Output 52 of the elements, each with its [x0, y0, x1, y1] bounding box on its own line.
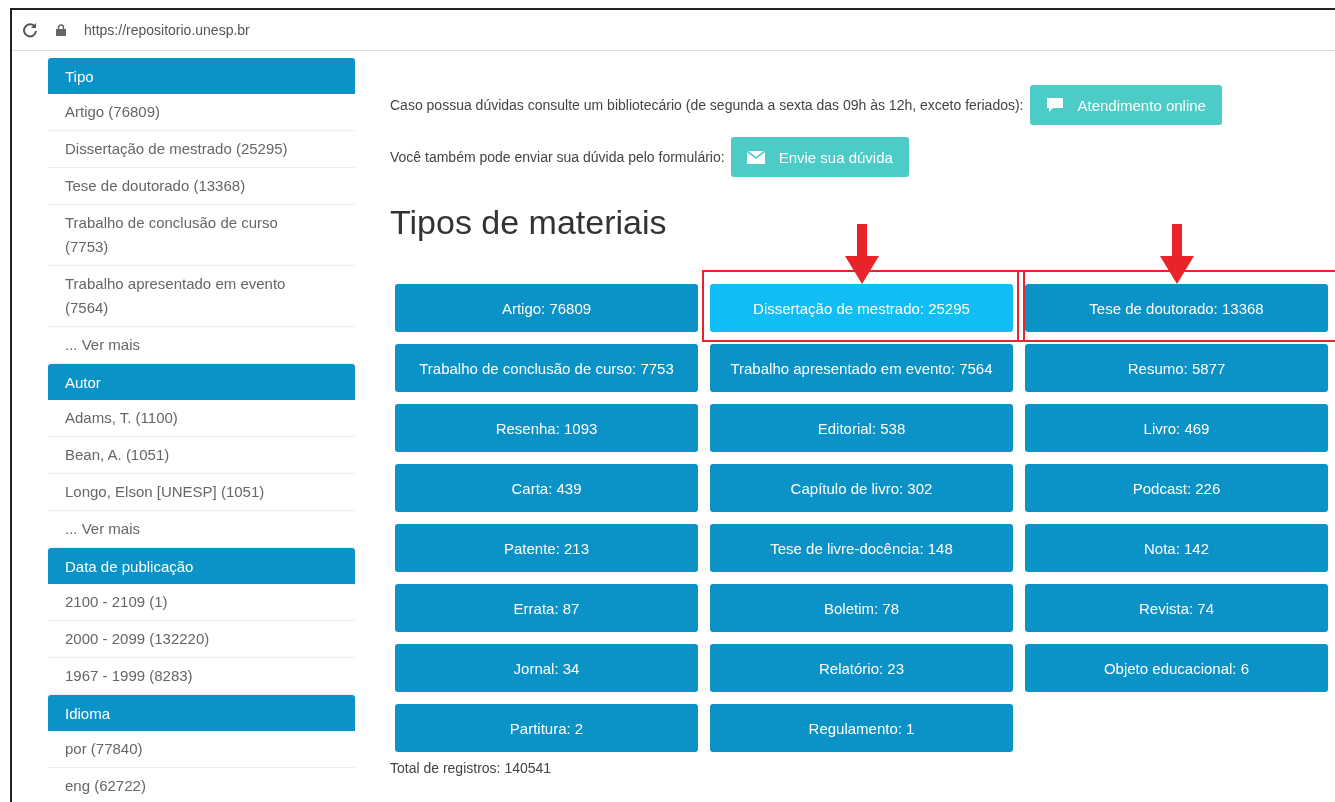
mail-icon — [746, 150, 765, 164]
facet-link[interactable]: 2000 - 2099 (132220) — [48, 621, 355, 658]
material-type-button[interactable]: Partitura: 2 — [395, 704, 698, 752]
material-type-button[interactable]: Tese de doutorado: 13368 — [1025, 284, 1328, 332]
material-type-button[interactable]: Editorial: 538 — [710, 404, 1013, 452]
facet-link[interactable]: Longo, Elson [UNESP] (1051) — [48, 474, 355, 511]
facet-link[interactable]: Dissertação de mestrado (25295) — [48, 131, 355, 168]
material-type-button[interactable]: Resenha: 1093 — [395, 404, 698, 452]
facet-link[interactable]: Trabalho apresentado em evento (7564) — [48, 266, 355, 327]
material-type-button[interactable]: Errata: 87 — [395, 584, 698, 632]
material-type-button[interactable]: Carta: 439 — [395, 464, 698, 512]
material-type-button[interactable]: Livro: 469 — [1025, 404, 1328, 452]
material-type-button[interactable]: Trabalho de conclusão de curso: 7753 — [395, 344, 698, 392]
facet-link[interactable]: Adams, T. (1100) — [48, 400, 355, 437]
material-type-button[interactable]: Nota: 142 — [1025, 524, 1328, 572]
url-text: https://repositorio.unesp.br — [84, 22, 250, 38]
facet-link[interactable]: Trabalho de conclusão de curso (7753) — [48, 205, 355, 266]
facet-link[interactable]: 2100 - 2109 (1) — [48, 584, 355, 621]
material-type-button[interactable]: Artigo: 76809 — [395, 284, 698, 332]
reload-icon[interactable] — [22, 22, 38, 38]
chat-icon — [1045, 97, 1064, 113]
material-type-button[interactable]: Patente: 213 — [395, 524, 698, 572]
material-type-button[interactable]: Capítulo de livro: 302 — [710, 464, 1013, 512]
facet-header: Data de publicação — [48, 548, 355, 584]
material-type-button[interactable]: Dissertação de mestrado: 25295 — [710, 284, 1013, 332]
send-question-button[interactable]: Envie sua dúvida — [730, 137, 909, 177]
material-type-button[interactable]: Regulamento: 1 — [710, 704, 1013, 752]
material-type-button[interactable]: Podcast: 226 — [1025, 464, 1328, 512]
material-type-button[interactable]: Boletim: 78 — [710, 584, 1013, 632]
material-type-button[interactable]: Revista: 74 — [1025, 584, 1328, 632]
facet-link[interactable]: por (77840) — [48, 731, 355, 768]
lock-icon — [56, 24, 66, 36]
material-type-button[interactable]: Jornal: 34 — [395, 644, 698, 692]
material-type-button[interactable]: Tese de livre-docência: 148 — [710, 524, 1013, 572]
facet-link[interactable]: Tese de doutorado (13368) — [48, 168, 355, 205]
facet-header: Autor — [48, 364, 355, 400]
facet-header: Idioma — [48, 695, 355, 731]
help-text: Você também pode enviar sua dúvida pelo formulário: — [390, 149, 725, 165]
down-arrow-icon — [844, 224, 879, 284]
online-support-button[interactable]: Atendimento online — [1029, 85, 1222, 125]
total-records-text: Total de registros: 140541 — [390, 760, 553, 776]
material-type-button[interactable]: Resumo: 5877 — [1025, 344, 1328, 392]
material-type-button[interactable]: Trabalho apresentado em evento: 7564 — [710, 344, 1013, 392]
material-type-button[interactable]: Relatório: 23 — [710, 644, 1013, 692]
facet-link[interactable]: eng (62722) — [48, 768, 355, 802]
facet-header: Tipo — [48, 58, 355, 94]
material-type-button[interactable]: Objeto educacional: 6 — [1025, 644, 1328, 692]
down-arrow-icon — [1159, 224, 1194, 284]
facet-link[interactable]: Artigo (76809) — [48, 94, 355, 131]
help-text: Caso possua dúvidas consulte um bibliotecário (de segunda a sexta das 09h às 12h, exceto feriados): — [390, 97, 1024, 113]
section-heading: Tipos de materiais — [390, 203, 667, 242]
facet-link[interactable]: Bean, A. (1051) — [48, 437, 355, 474]
